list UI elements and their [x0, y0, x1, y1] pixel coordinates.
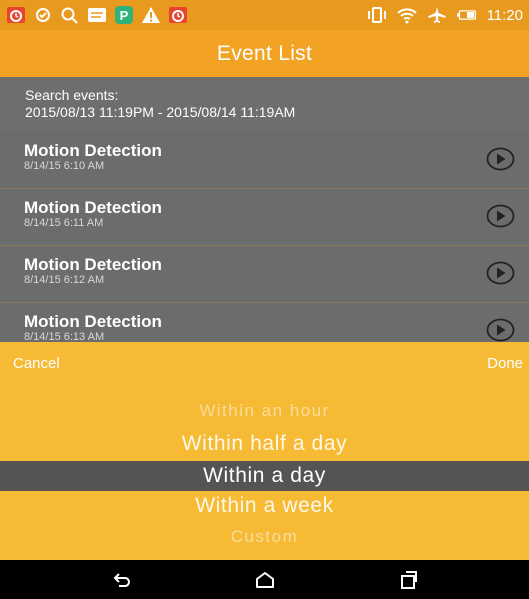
recents-icon[interactable] — [398, 569, 420, 591]
event-title: Motion Detection — [24, 198, 162, 217]
svg-text:P: P — [120, 8, 129, 23]
search-icon — [60, 6, 80, 24]
airplane-icon — [427, 6, 447, 24]
home-icon[interactable] — [254, 569, 276, 591]
title-bar: Event List — [0, 30, 529, 77]
back-icon[interactable] — [111, 569, 133, 591]
vibrate-icon — [367, 6, 387, 24]
list-item[interactable]: Motion Detection 8/14/15 6:10 AM — [0, 132, 529, 189]
alarm-icon — [6, 6, 26, 24]
navigation-bar — [0, 560, 529, 599]
event-title: Motion Detection — [24, 255, 162, 274]
wifi-icon — [396, 6, 417, 24]
play-icon[interactable] — [486, 318, 515, 342]
battery-icon — [456, 6, 477, 24]
message-icon — [87, 6, 107, 24]
p-app-icon: P — [114, 6, 134, 24]
event-time: 8/14/15 6:13 AM — [24, 331, 105, 342]
status-time: 11:20 — [486, 6, 523, 24]
sync-icon — [33, 6, 53, 24]
search-label: Search events: — [25, 87, 119, 103]
event-time: 8/14/15 6:11 AM — [24, 217, 104, 229]
list-item[interactable]: Motion Detection 8/14/15 6:12 AM — [0, 246, 529, 303]
picker-option[interactable]: Custom — [0, 527, 529, 547]
time-range-picker-sheet: Cancel Done Within an hour Within half a… — [0, 342, 529, 560]
event-time: 8/14/15 6:10 AM — [24, 160, 105, 172]
picker-option[interactable]: Within an hour — [0, 401, 529, 421]
event-title: Motion Detection — [24, 312, 162, 331]
event-title: Motion Detection — [24, 141, 162, 160]
time-range-picker[interactable]: Within an hour Within half a day Within … — [0, 384, 529, 560]
play-icon[interactable] — [486, 204, 515, 228]
play-icon[interactable] — [486, 147, 515, 171]
picker-option[interactable]: Within half a day — [0, 432, 529, 456]
search-range: 2015/08/13 11:19PM - 2015/08/14 11:19AM — [25, 104, 296, 120]
page-title: Event List — [216, 41, 313, 65]
event-time: 8/14/15 6:12 AM — [24, 274, 105, 286]
list-item[interactable]: Motion Detection 8/14/15 6:11 AM — [0, 189, 529, 246]
picker-option-selected[interactable]: Within a day — [0, 461, 529, 491]
play-icon[interactable] — [486, 261, 515, 285]
done-button[interactable]: Done — [487, 355, 523, 372]
list-item[interactable]: Motion Detection 8/14/15 6:13 AM — [0, 303, 529, 342]
event-list: Motion Detection 8/14/15 6:10 AM Motion … — [0, 132, 529, 342]
cancel-button[interactable]: Cancel — [13, 355, 60, 372]
alarm-icon — [168, 6, 188, 24]
picker-option[interactable]: Within a week — [0, 494, 529, 518]
picker-toolbar: Cancel Done — [0, 342, 529, 384]
search-summary[interactable]: Search events: 2015/08/13 11:19PM - 2015… — [0, 77, 529, 132]
status-bar: P 11:20 — [0, 0, 529, 30]
warning-icon — [141, 6, 161, 24]
